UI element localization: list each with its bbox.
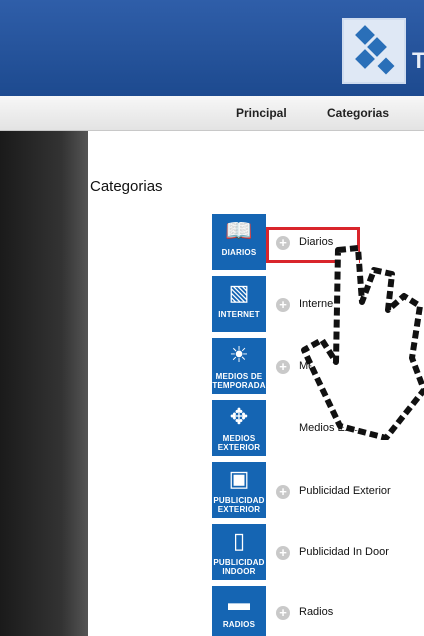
- category-publicidad-indoor-link[interactable]: Publicidad In Door: [299, 546, 389, 558]
- category-publicidad-exterior-badge[interactable]: ▣ PUBLICIDAD EXTERIOR: [212, 462, 266, 518]
- add-icon[interactable]: +: [276, 606, 290, 620]
- category-medios-exterior-badge[interactable]: ✥ MEDIOS EXTERIOR: [212, 400, 266, 456]
- logo-text: T: [412, 48, 424, 73]
- add-icon[interactable]: +: [276, 485, 290, 499]
- nav-categorias[interactable]: Categorias: [327, 106, 389, 120]
- logo-icon: [342, 18, 406, 84]
- nav-principal[interactable]: Principal: [236, 106, 287, 120]
- browser-icon: ▧: [228, 280, 250, 305]
- add-icon[interactable]: +: [276, 546, 290, 560]
- add-icon[interactable]: +: [276, 298, 290, 312]
- radio-icon: ▬: [228, 590, 250, 615]
- category-internet-badge[interactable]: ▧ INTERNET: [212, 276, 266, 332]
- cross-arrows-icon: ✥: [229, 404, 249, 429]
- billboard-icon: ▣: [228, 466, 250, 491]
- door-icon: ▯: [232, 528, 246, 553]
- category-medios-temporada-badge[interactable]: ☀ MEDIOS DE TEMPORADA: [212, 338, 266, 394]
- hand-pointer-icon: [301, 245, 424, 440]
- nav-bar: Principal Categorias: [0, 96, 424, 131]
- sun-icon: ☀: [229, 342, 249, 367]
- category-publicidad-indoor-badge[interactable]: ▯ PUBLICIDAD INDOOR: [212, 524, 266, 580]
- category-radios-link[interactable]: Radios: [299, 606, 333, 618]
- add-icon[interactable]: +: [276, 360, 290, 374]
- category-diarios-badge[interactable]: 📖 DIARIOS: [212, 214, 266, 270]
- category-publicidad-exterior-link[interactable]: Publicidad Exterior: [299, 485, 391, 497]
- book-icon: 📖: [225, 218, 253, 243]
- page-title: Categorias: [90, 178, 163, 195]
- dark-side-panel: [0, 131, 88, 636]
- category-radios-badge[interactable]: ▬ RADIOS: [212, 586, 266, 636]
- header-bar: T: [0, 0, 424, 96]
